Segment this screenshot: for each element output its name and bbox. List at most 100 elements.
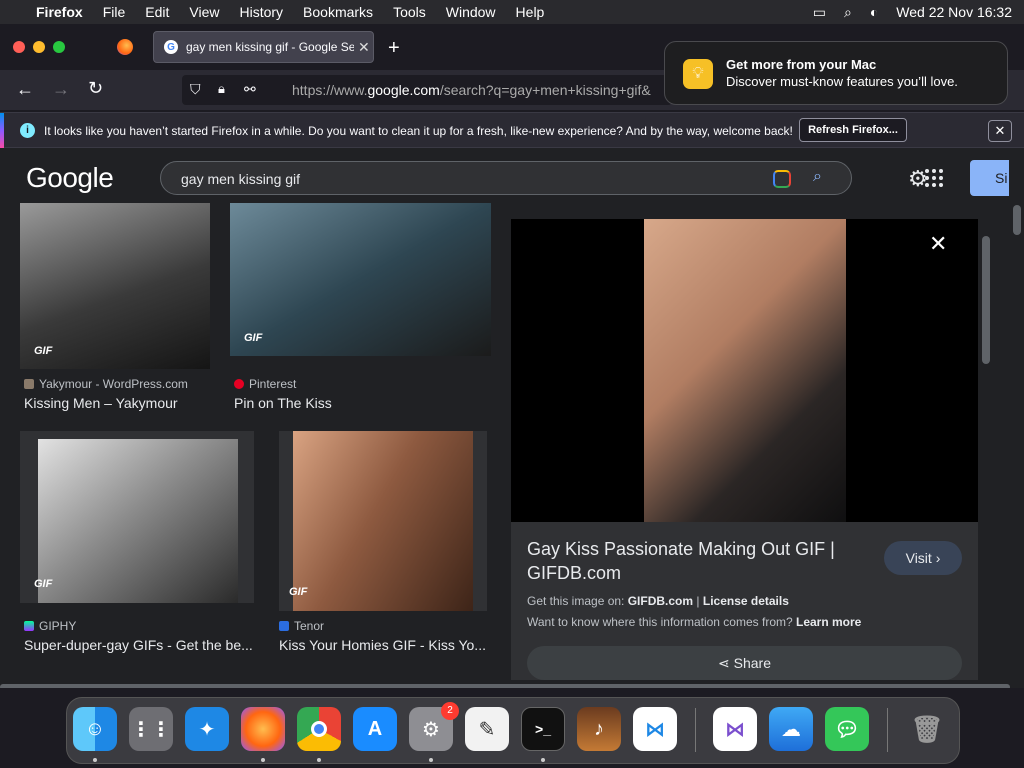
settings-running-dot (429, 758, 433, 762)
page-scrollbar[interactable] (1013, 205, 1021, 235)
image-source-line: Get this image on: GIFDB.com | License d… (527, 594, 789, 608)
google-apps-icon[interactable] (925, 169, 945, 187)
result-title-2[interactable]: Pin on The Kiss (234, 395, 332, 411)
launchpad-icon[interactable]: ⋮⋮ (129, 707, 173, 751)
dock: ☺ ⋮⋮ ✦ A ⚙ 2 ✎ >_ ♪ ⋈ ⋈ ☁ 💬︎ 🗑︎ (66, 697, 960, 764)
url-bar[interactable]: ⛉ 🔒︎ ⚯ https://www.google.com/search?q=g… (182, 75, 672, 105)
result-image-2[interactable]: GIF (230, 203, 491, 356)
zoom-window-button[interactable] (53, 41, 65, 53)
refresh-firefox-button[interactable]: Refresh Firefox... (799, 118, 907, 142)
firefox-running-dot (261, 758, 265, 762)
menu-file[interactable]: File (103, 4, 126, 20)
shield-icon[interactable]: ⛉ (190, 81, 201, 98)
notification-message: It looks like you haven’t started Firefo… (44, 124, 793, 138)
result-title-4[interactable]: Kiss Your Homies GIF - Kiss Yo... (279, 637, 486, 653)
result-source-4[interactable]: Tenor (279, 619, 324, 633)
share-button[interactable]: ⋖ Share (527, 646, 962, 680)
result-image-3-photo (38, 439, 238, 603)
messages-icon[interactable]: 💬︎ (825, 707, 869, 751)
safari-icon[interactable]: ✦ (185, 707, 229, 751)
permissions-icon[interactable]: ⚯ (244, 81, 256, 98)
result-image-4[interactable]: GIF (279, 431, 487, 611)
mac-tips-notification[interactable]: 💡︎ Get more from your Mac Discover must-… (664, 41, 1008, 105)
google-logo-text: Google (26, 162, 114, 193)
tab-close-icon[interactable]: ✕ (358, 39, 370, 56)
menu-help[interactable]: Help (516, 4, 545, 20)
google-lens-icon[interactable] (773, 170, 791, 188)
chrome-icon[interactable] (297, 707, 341, 751)
google-logo[interactable]: Google (26, 162, 114, 194)
horizontal-scrollbar[interactable] (0, 684, 1010, 688)
close-window-button[interactable] (13, 41, 25, 53)
notification-accent (0, 113, 4, 149)
get-image-label: Get this image on: (527, 594, 628, 608)
preview-image-frame (511, 219, 978, 522)
search-input[interactable]: gay men kissing gif (181, 171, 300, 187)
back-icon[interactable]: ← (16, 79, 34, 100)
weather-icon[interactable]: ☁ (769, 707, 813, 751)
preview-image[interactable] (644, 219, 846, 522)
control-center-icon[interactable]: ◐ (870, 4, 878, 20)
lock-icon[interactable]: 🔒︎ (218, 81, 225, 97)
forward-icon[interactable]: → (52, 79, 70, 100)
finder-running-dot (93, 758, 97, 762)
reload-icon[interactable]: ↻ (88, 78, 103, 99)
settings-badge: 2 (441, 702, 459, 720)
result-title-1[interactable]: Kissing Men – Yakymour (24, 395, 178, 411)
result-image-3[interactable]: GIF (20, 431, 254, 603)
app-store-icon[interactable]: A (353, 707, 397, 751)
result-title-3[interactable]: Super-duper-gay GIFs - Get the be... (24, 637, 253, 653)
firefox-view-icon[interactable] (117, 39, 133, 55)
menu-view[interactable]: View (189, 4, 219, 20)
visual-studio-icon[interactable]: ⋈ (713, 707, 757, 751)
result-source-2[interactable]: Pinterest (234, 377, 296, 391)
preview-scrollbar[interactable] (982, 236, 990, 364)
terminal-icon[interactable]: >_ (521, 707, 565, 751)
screen-mirror-icon[interactable]: ▭ (813, 4, 826, 21)
new-tab-icon[interactable]: + (388, 37, 400, 60)
menu-history[interactable]: History (239, 4, 283, 20)
gif-badge: GIF (244, 332, 263, 344)
minimize-window-button[interactable] (33, 41, 45, 53)
preview-title[interactable]: Gay Kiss Passionate Making Out GIF | GIF… (527, 537, 857, 585)
visit-label: Visit (905, 550, 932, 566)
google-favicon-icon: G (164, 40, 178, 54)
spotlight-icon[interactable]: ⌕ (844, 4, 852, 21)
textedit-icon[interactable]: ✎ (465, 707, 509, 751)
license-details-link[interactable]: License details (703, 594, 789, 608)
vscode-icon[interactable]: ⋈ (633, 707, 677, 751)
tab-google-search[interactable]: G gay men kissing gif - Google Search ✕ (153, 31, 374, 63)
dock-separator (695, 708, 696, 752)
gif-badge: GIF (34, 578, 53, 590)
image-preview-panel: ✕ Gay Kiss Passionate Making Out GIF | G… (511, 219, 978, 680)
visit-button[interactable]: Visit › (884, 541, 962, 575)
source-site-link[interactable]: GIFDB.com (628, 594, 693, 608)
firefox-icon[interactable] (241, 707, 285, 751)
clock[interactable]: Wed 22 Nov 16:32 (896, 4, 1012, 20)
gif-badge: GIF (34, 345, 53, 357)
source-label: Tenor (294, 619, 325, 633)
trash-icon[interactable]: 🗑︎ (905, 707, 949, 751)
menu-edit[interactable]: Edit (145, 4, 169, 20)
search-icon[interactable]: ⌕ (813, 168, 822, 186)
result-source-3[interactable]: GIPHY (24, 619, 76, 633)
source-label: Pinterest (249, 377, 297, 391)
notification-close-button[interactable]: ✕ (988, 120, 1012, 142)
search-box[interactable]: gay men kissing gif ⌕ (160, 161, 852, 195)
terminal-running-dot (541, 758, 545, 762)
tenor-favicon-icon (279, 621, 289, 631)
info-icon: i (20, 123, 35, 138)
menu-bar: Firefox File Edit View History Bookmarks… (0, 0, 1024, 24)
menu-tools[interactable]: Tools (393, 4, 426, 20)
menu-app-name[interactable]: Firefox (36, 4, 83, 20)
sign-in-button[interactable]: Si (970, 160, 1009, 196)
finder-icon[interactable]: ☺ (73, 707, 117, 751)
menu-bookmarks[interactable]: Bookmarks (303, 4, 373, 20)
menu-window[interactable]: Window (446, 4, 496, 20)
close-preview-icon[interactable]: ✕ (929, 231, 947, 257)
garageband-icon[interactable]: ♪ (577, 707, 621, 751)
result-source-1[interactable]: Yakymour - WordPress.com (24, 377, 188, 391)
learn-more-link[interactable]: Learn more (796, 615, 861, 629)
google-images-page: Google gay men kissing gif ⌕ ⚙ Si GIF Ya… (0, 148, 1024, 688)
result-image-1[interactable]: GIF (20, 203, 210, 369)
